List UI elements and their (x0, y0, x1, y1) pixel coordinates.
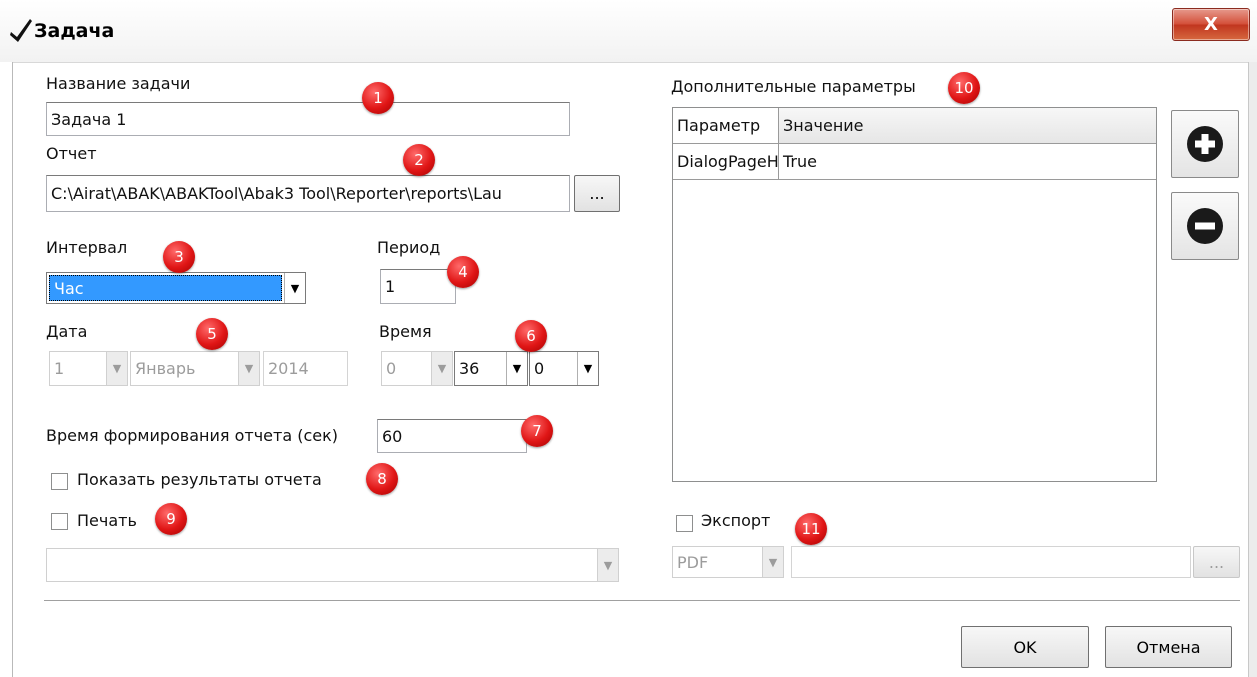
cancel-button[interactable]: Отмена (1105, 626, 1232, 668)
report-label: Отчет (46, 144, 97, 163)
badge-11: 11 (795, 513, 827, 545)
time-second-value: 0 (534, 359, 545, 378)
show-results-checkbox[interactable] (51, 473, 68, 490)
export-format-select[interactable]: PDF ▼ (672, 546, 784, 578)
badge-4: 4 (447, 256, 479, 288)
param-value-cell[interactable]: True (779, 144, 1156, 180)
date-month-select[interactable]: Январь ▼ (130, 351, 260, 386)
column-header-parameter[interactable]: Параметр (673, 108, 779, 144)
badge-8: 8 (366, 463, 398, 495)
export-label: Экспорт (701, 511, 771, 530)
ok-button[interactable]: OK (961, 626, 1089, 668)
export-format-value: PDF (677, 552, 709, 572)
show-results-label: Показать результаты отчета (77, 470, 322, 489)
time-hour-value: 0 (386, 359, 397, 378)
remove-param-button[interactable] (1171, 192, 1239, 260)
date-label: Дата (46, 322, 88, 341)
time-minute-select[interactable]: 36 ▼ (454, 351, 528, 386)
separator (44, 600, 1240, 602)
badge-5: 5 (196, 318, 228, 350)
chevron-down-icon[interactable]: ▼ (284, 273, 305, 303)
minus-circle-icon (1187, 208, 1223, 244)
params-table-header: Параметр Значение (673, 108, 1156, 144)
chevron-down-icon[interactable]: ▼ (597, 549, 618, 581)
task-name-label: Название задачи (46, 74, 191, 93)
window-left-border (0, 62, 13, 677)
chevron-down-icon[interactable]: ▼ (431, 352, 452, 385)
params-table[interactable]: Параметр Значение DialogPageH True (672, 107, 1157, 482)
task-name-input[interactable]: Задача 1 (46, 102, 570, 136)
add-param-button[interactable] (1171, 110, 1239, 178)
export-checkbox[interactable] (676, 515, 693, 532)
interval-select[interactable]: Час ▼ (46, 272, 306, 304)
report-path-input[interactable]: C:\Airat\ABAK\ABAKTool\Abak3 Tool\Report… (46, 175, 570, 212)
date-day-value: 1 (54, 359, 65, 378)
badge-7: 7 (521, 415, 553, 447)
interval-selected-value: Час (49, 275, 282, 301)
report-time-input[interactable]: 60 (377, 419, 527, 453)
date-year-input[interactable]: 2014 (263, 351, 348, 386)
period-input[interactable]: 1 (380, 269, 456, 304)
badge-1: 1 (362, 82, 394, 114)
chevron-down-icon[interactable]: ▼ (106, 352, 127, 385)
badge-9: 9 (155, 503, 187, 535)
badge-10: 10 (948, 72, 980, 104)
chevron-down-icon[interactable]: ▼ (577, 352, 598, 385)
report-browse-button[interactable]: ... (574, 175, 620, 212)
print-label: Печать (77, 511, 137, 530)
print-checkbox[interactable] (51, 513, 68, 530)
table-row[interactable]: DialogPageH True (673, 144, 1156, 180)
extra-params-label: Дополнительные параметры (671, 77, 916, 96)
chevron-down-icon[interactable]: ▼ (762, 547, 783, 577)
chevron-down-icon[interactable]: ▼ (506, 352, 527, 385)
printer-select[interactable]: ▼ (46, 548, 619, 582)
interval-label: Интервал (46, 238, 128, 257)
badge-3: 3 (163, 241, 195, 273)
date-month-value: Январь (135, 359, 196, 378)
export-path-input[interactable] (791, 546, 1191, 578)
chevron-down-icon[interactable]: ▼ (238, 352, 259, 385)
badge-2: 2 (403, 144, 435, 176)
badge-6: 6 (515, 320, 547, 352)
param-name-cell[interactable]: DialogPageH (673, 144, 779, 180)
time-second-select[interactable]: 0 ▼ (529, 351, 599, 386)
plus-circle-icon (1187, 126, 1223, 162)
period-label: Период (377, 238, 441, 257)
window-title: Задача (34, 20, 115, 42)
close-button[interactable]: X (1172, 8, 1250, 41)
checkmark-icon (10, 19, 32, 42)
time-label: Время (379, 322, 432, 341)
column-header-value[interactable]: Значение (779, 108, 1156, 144)
time-hour-select[interactable]: 0 ▼ (381, 351, 453, 386)
time-minute-value: 36 (459, 359, 480, 378)
printer-value (47, 549, 597, 581)
export-browse-button[interactable]: ... (1193, 546, 1240, 578)
date-day-select[interactable]: 1 ▼ (49, 351, 128, 386)
title-bar: Задача X (0, 0, 1257, 63)
window-right-border (1248, 62, 1257, 677)
report-time-label: Время формирования отчета (сек) (46, 426, 339, 445)
